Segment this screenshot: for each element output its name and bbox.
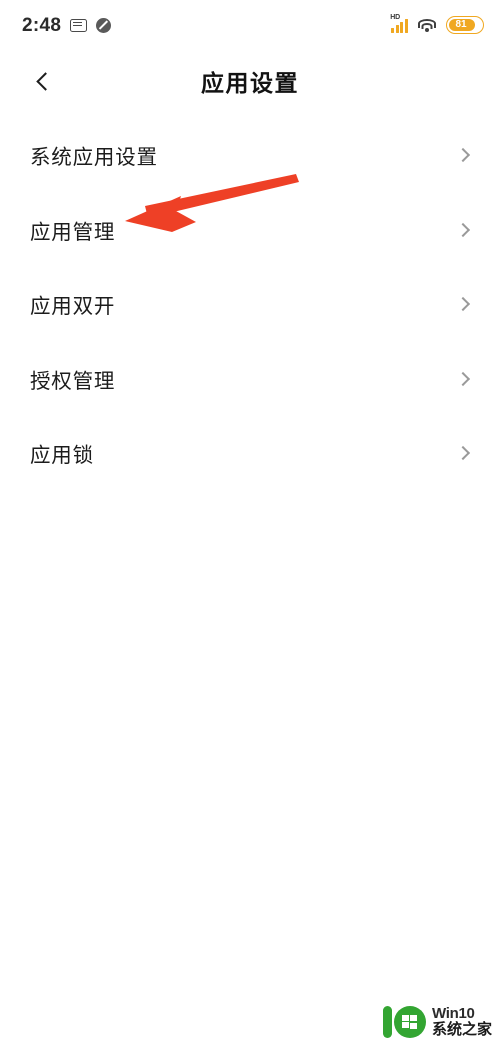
page-header: 应用设置 xyxy=(0,50,500,112)
battery-icon: 81 xyxy=(446,16,484,34)
watermark-text: Win10 系统之家 xyxy=(431,1004,492,1038)
chevron-right-icon xyxy=(455,446,471,461)
list-item-label: 应用双开 xyxy=(30,295,116,319)
win10-logo xyxy=(382,1005,426,1038)
list-item-label: 授权管理 xyxy=(30,369,116,393)
page-title: 应用设置 xyxy=(201,70,299,96)
list-item-label: 应用锁 xyxy=(30,444,94,468)
signal-bars-icon: HD xyxy=(390,14,408,33)
battery-level: 81 xyxy=(455,19,467,30)
list-item-label: 应用管理 xyxy=(30,220,116,244)
chevron-right-icon xyxy=(455,371,471,386)
chevron-right-icon xyxy=(455,222,471,237)
do-not-disturb-icon xyxy=(96,17,112,33)
chevron-right-icon xyxy=(455,297,471,312)
signal-bar-4 xyxy=(405,19,408,33)
list-item-authorization-management[interactable]: 授权管理 xyxy=(0,342,500,417)
list-item-app-dual-open[interactable]: 应用双开 xyxy=(0,267,500,342)
status-bar-left: 2:48 xyxy=(22,14,112,36)
settings-list: 系统应用设置 应用管理 应用双开 授权管理 应用锁 xyxy=(0,118,500,491)
watermark-line-1: Win10 xyxy=(431,1004,475,1022)
watermark: Win10 系统之家 xyxy=(382,1004,492,1038)
status-bar: 2:48 HD 81 xyxy=(0,0,500,50)
windows-flag-icon xyxy=(402,1014,418,1029)
signal-bar-2 xyxy=(395,25,399,33)
list-item-label: 系统应用设置 xyxy=(30,146,158,170)
logo-digit-zero xyxy=(393,1005,426,1038)
status-time: 2:48 xyxy=(22,14,62,36)
chevron-right-icon xyxy=(455,148,471,163)
status-bar-right: HD 81 xyxy=(390,14,484,34)
signal-bar-1 xyxy=(391,28,395,33)
list-item-system-app-settings[interactable]: 系统应用设置 xyxy=(0,118,500,193)
wifi-icon xyxy=(418,18,436,32)
hd-label: HD xyxy=(390,14,400,21)
sms-icon xyxy=(70,18,88,32)
list-item-app-management[interactable]: 应用管理 xyxy=(0,193,500,268)
logo-digit-one xyxy=(382,1005,392,1038)
phone-screen: 2:48 HD 81 应用设置 系统应用设置 应用管理 应用双开 授权管理 应用… xyxy=(0,0,500,1042)
watermark-line-2: 系统之家 xyxy=(431,1020,492,1038)
list-item-app-lock[interactable]: 应用锁 xyxy=(0,416,500,491)
signal-bar-3 xyxy=(400,22,404,33)
